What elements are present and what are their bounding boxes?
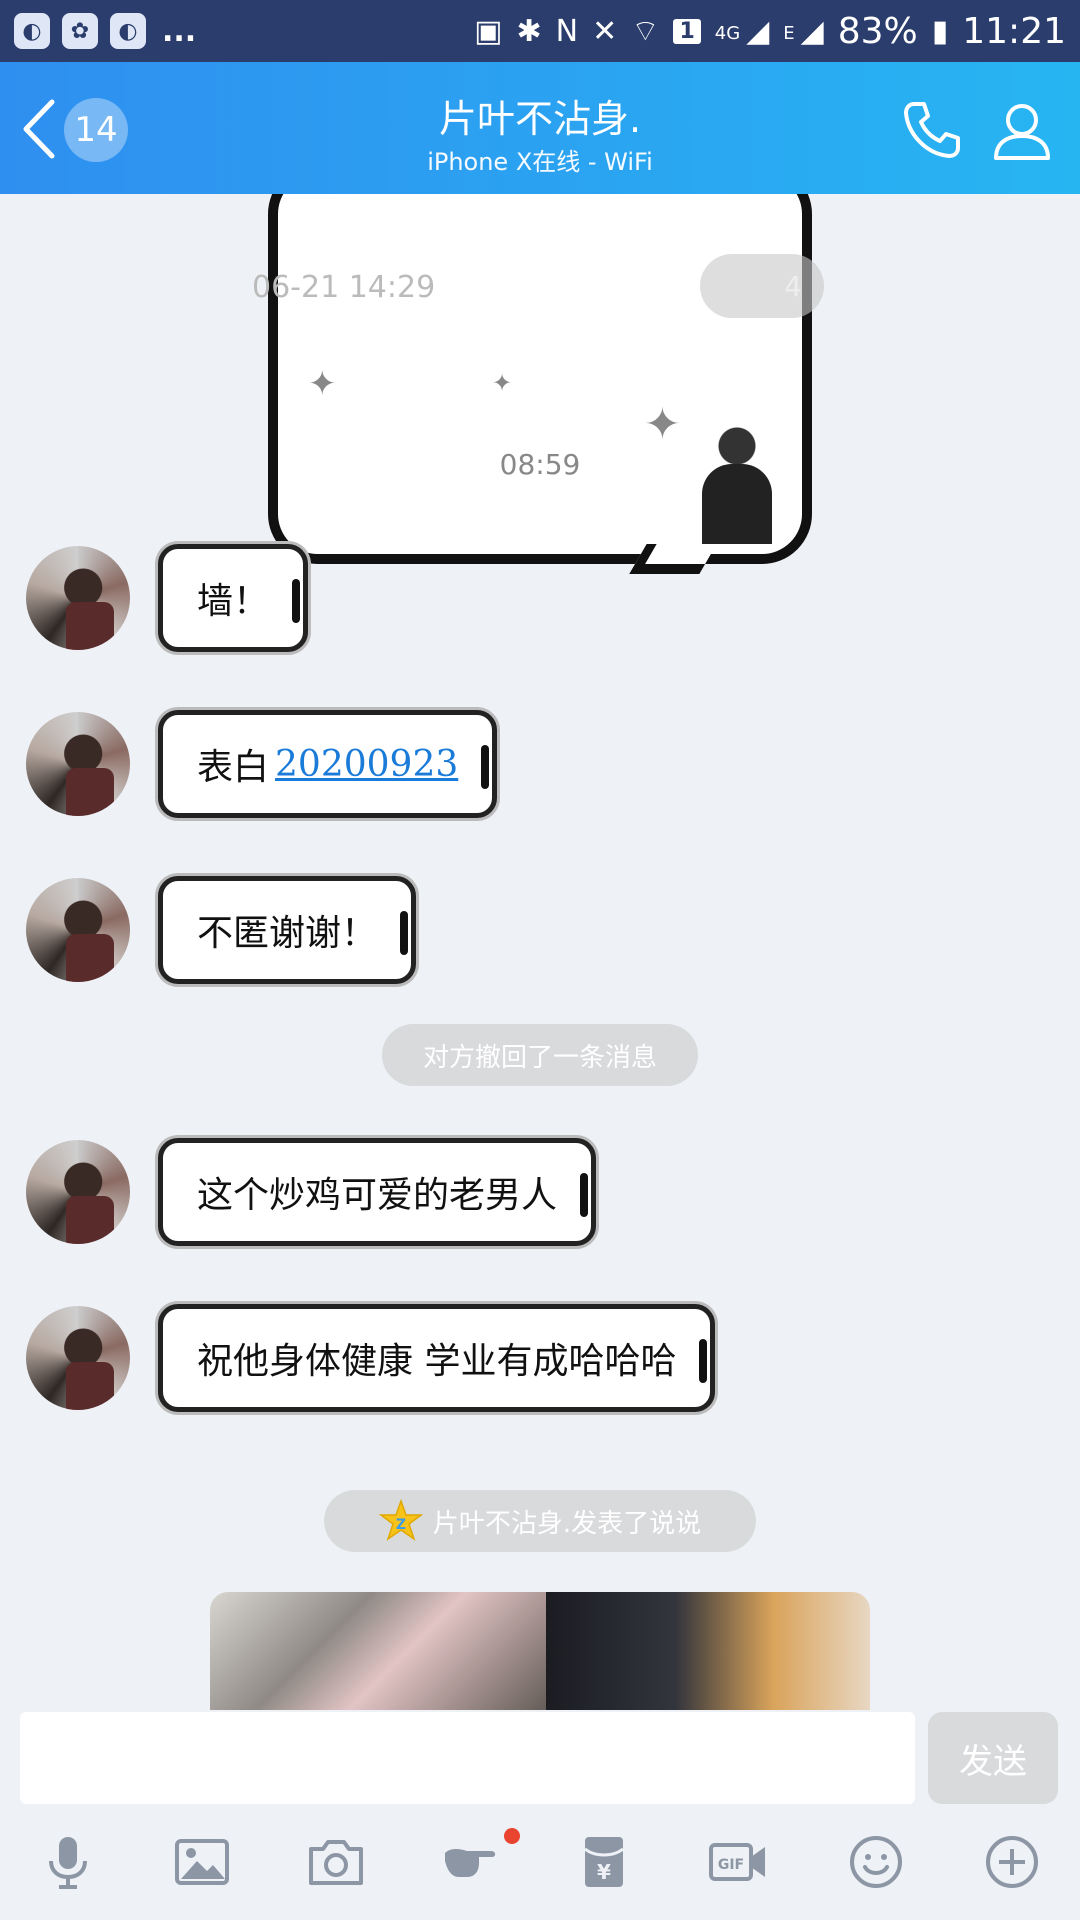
battery-percent: 83%	[837, 10, 918, 52]
signal-icon: ◢	[800, 13, 824, 49]
sparkle-icon: ✦	[644, 399, 681, 450]
profile-icon[interactable]	[990, 98, 1054, 162]
svg-text:GIF: GIF	[718, 1857, 744, 1873]
message-row: 这个炒鸡可爱的老男人	[26, 1138, 597, 1246]
message-bubble[interactable]: 表白 20200923	[158, 710, 498, 818]
message-row: 祝他身体健康 学业有成哈哈哈	[26, 1304, 716, 1412]
message-input[interactable]	[20, 1712, 915, 1804]
input-toolbar: ¥ GIF	[0, 1828, 1080, 1910]
message-text: 祝他身体健康 学业有成哈哈哈	[197, 1341, 677, 1382]
message-bubble[interactable]: 墙！	[158, 544, 309, 652]
message-text: 这个炒鸡可爱的老男人	[197, 1175, 558, 1216]
chat-header: 14 片叶不沾身. iPhone X在线 - WiFi	[0, 62, 1080, 194]
image-icon[interactable]	[170, 1830, 234, 1894]
bluetooth-icon: ✱	[516, 13, 542, 49]
message-link[interactable]: 20200923	[275, 744, 458, 785]
status-bar: ◐ ✿ ◐ ... ▣ ✱ N ✕ ⌔ 1 4G ◢ E ◢ 83% ▮ 11:…	[0, 0, 1080, 62]
svg-text:¥: ¥	[597, 1860, 611, 1884]
recall-notice: 对方撤回了一条消息	[382, 1024, 698, 1086]
signal-icon: ◢	[746, 13, 770, 49]
message-text: 墙！	[197, 581, 270, 622]
sim-indicator: 1	[673, 18, 701, 44]
notification-dot	[504, 1828, 520, 1844]
poke-icon[interactable]	[438, 1830, 502, 1894]
nfc-icon: N	[555, 13, 579, 49]
network-type-secondary: E	[783, 22, 795, 44]
sticker-bubble-tail	[629, 544, 717, 574]
avatar[interactable]	[26, 878, 130, 982]
battery-saver-icon: ▣	[474, 13, 503, 49]
message-row: 不匿谢谢！	[26, 876, 417, 984]
wifi-icon: ⌔	[631, 14, 660, 49]
message-row: 表白 20200923	[26, 710, 498, 818]
qzone-star-icon: Z	[378, 1499, 423, 1541]
qzone-notice-text: 片叶不沾身.发表了说说	[432, 1508, 702, 1539]
network-type: 4G	[714, 22, 741, 44]
message-text: 不匿谢谢！	[197, 913, 378, 954]
post-preview-image[interactable]	[210, 1592, 870, 1710]
baidu-notification-icon: ✿	[62, 13, 98, 49]
input-bar: 发送 ¥ GIF	[0, 1710, 1080, 1920]
app-notification-icon: ◐	[14, 13, 50, 49]
message-bubble[interactable]: 祝他身体健康 学业有成哈哈哈	[158, 1304, 716, 1412]
message-bubble[interactable]: 不匿谢谢！	[158, 876, 417, 984]
avatar[interactable]	[26, 546, 130, 650]
avatar[interactable]	[26, 712, 130, 816]
app-notification-icon: ◐	[110, 13, 146, 49]
message-text: 表白	[197, 747, 270, 788]
mute-icon: ✕	[592, 13, 618, 49]
battery-icon: ▮	[931, 13, 949, 49]
sticker-overlay-time: 06-21 14:29	[252, 270, 436, 305]
microphone-icon[interactable]	[36, 1830, 100, 1894]
avatar[interactable]	[26, 1140, 130, 1244]
sparkle-icon: ✦	[492, 369, 513, 397]
gif-icon[interactable]: GIF	[706, 1830, 770, 1894]
sparkle-icon: ✦	[308, 364, 337, 404]
red-packet-icon[interactable]: ¥	[572, 1830, 636, 1894]
qzone-post-notice[interactable]: Z 片叶不沾身.发表了说说	[324, 1490, 756, 1552]
message-bubble[interactable]: 这个炒鸡可爱的老男人	[158, 1138, 597, 1246]
camera-icon[interactable]	[304, 1830, 368, 1894]
svg-text:Z: Z	[396, 1517, 406, 1533]
send-button[interactable]: 发送	[928, 1712, 1058, 1804]
more-notifications: ...	[162, 13, 197, 49]
plus-icon[interactable]	[980, 1830, 1044, 1894]
message-timestamp: 08:59	[499, 448, 581, 481]
message-list[interactable]: ✦ ✦ ✦ 06-21 14:29 4 08:59 墙！ 表白 20200923 …	[0, 194, 1080, 1710]
sticker-message[interactable]: ✦ ✦ ✦	[268, 194, 812, 574]
post-photo-left	[210, 1592, 546, 1710]
emoji-icon[interactable]	[844, 1830, 908, 1894]
message-row: 墙！	[26, 544, 309, 652]
sticker-overlay-count: 4	[700, 254, 824, 318]
avatar[interactable]	[26, 1306, 130, 1410]
post-photo-right	[546, 1592, 870, 1710]
phone-call-icon[interactable]	[900, 98, 964, 162]
clock: 11:21	[962, 10, 1066, 52]
